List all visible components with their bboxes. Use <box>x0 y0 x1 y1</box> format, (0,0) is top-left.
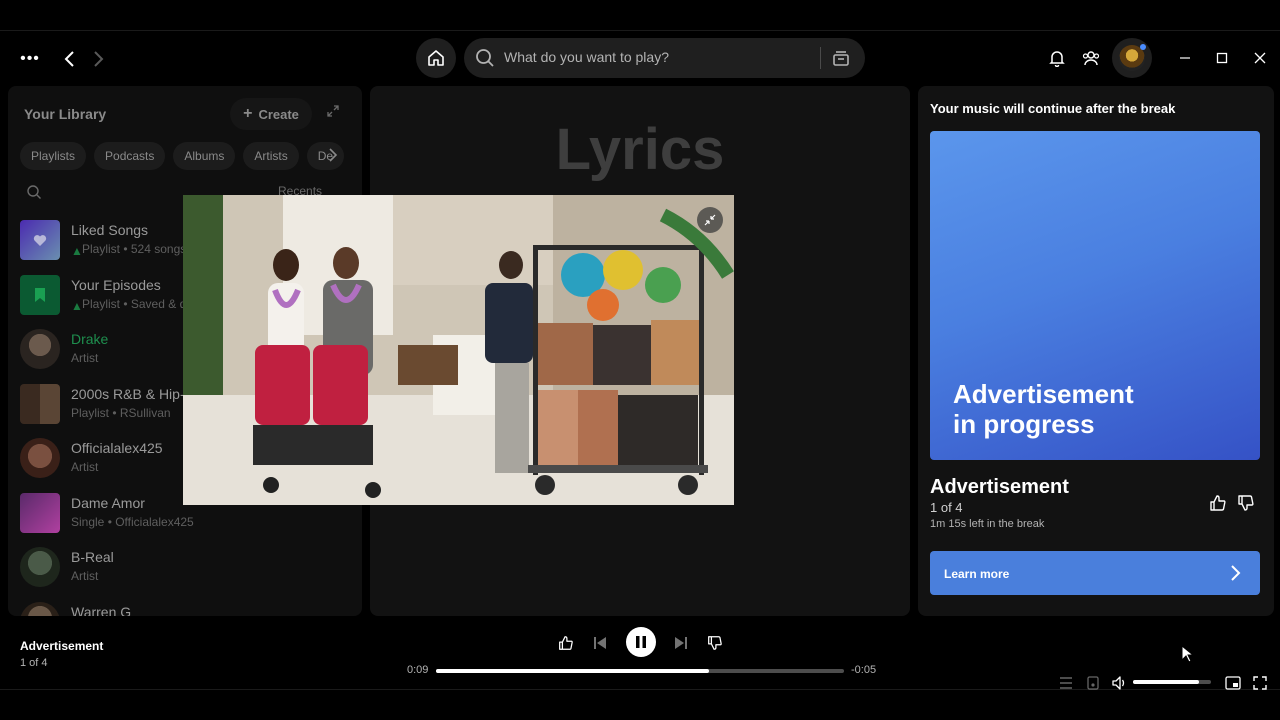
library-title[interactable]: Your Library <box>24 106 106 122</box>
queue-icon[interactable] <box>1056 673 1076 693</box>
previous-icon[interactable] <box>590 633 610 653</box>
item-name: Officialalex425 <box>71 440 163 456</box>
device-icon[interactable] <box>1083 673 1103 693</box>
video-ad-player[interactable] <box>183 195 734 505</box>
ad-artwork-text: Advertisement in progress <box>953 379 1134 439</box>
ad-title: Advertisement <box>930 476 1069 498</box>
miniplayer-icon[interactable] <box>1223 673 1243 693</box>
thumbs-down-icon[interactable] <box>705 633 725 653</box>
item-name: 2000s R&B & Hip- <box>71 385 185 402</box>
profile-avatar[interactable] <box>1112 38 1152 78</box>
collapse-icon[interactable] <box>697 207 723 233</box>
pin-icon: ▲ <box>71 298 83 313</box>
learn-more-button[interactable]: Learn more <box>930 551 1260 595</box>
item-sub: ▲ Playlist • 524 songs <box>71 242 187 258</box>
thumbs-up-icon[interactable] <box>1208 493 1228 513</box>
pin-icon: ▲ <box>71 244 83 258</box>
volume-slider[interactable] <box>1133 680 1211 684</box>
liked-songs-cover <box>20 220 60 260</box>
item-sub: Artist <box>71 460 99 474</box>
notification-dot <box>1140 44 1146 50</box>
now-playing-subtitle: 1 of 4 <box>20 657 48 669</box>
item-name: Liked Songs <box>71 222 149 238</box>
progress-bar[interactable] <box>436 669 844 673</box>
fullscreen-icon[interactable] <box>1250 673 1270 693</box>
item-name: Warren G <box>71 603 132 617</box>
volume-icon[interactable] <box>1110 673 1130 693</box>
create-label: Create <box>258 106 299 122</box>
back-arrow-icon[interactable] <box>58 45 82 73</box>
heart-icon <box>33 234 47 246</box>
remaining-time: -0:05 <box>851 664 877 676</box>
friend-activity-icon[interactable] <box>1080 47 1102 69</box>
ad-notice: Your music will continue after the break <box>930 101 1176 116</box>
home-button[interactable] <box>416 38 456 78</box>
ad-artwork: Advertisement in progress <box>930 131 1260 460</box>
item-name: Drake <box>71 331 109 347</box>
maximize-icon[interactable] <box>1211 47 1233 69</box>
search-input[interactable]: What do you want to play? <box>504 49 669 65</box>
player-bar: Advertisement 1 of 4 0:09 -0:05 <box>0 623 1280 691</box>
create-button[interactable]: + Create <box>230 98 312 130</box>
elapsed-time: 0:09 <box>407 664 429 676</box>
chip-podcasts[interactable]: Podcasts <box>94 142 166 170</box>
top-bar: ••• What do you want to play? <box>0 31 1280 87</box>
playlist-cover <box>20 383 60 424</box>
ad-count: 1 of 4 <box>930 500 963 515</box>
thumbs-up-icon[interactable] <box>556 633 576 653</box>
bell-icon[interactable] <box>1046 47 1068 69</box>
chip-albums[interactable]: Albums <box>173 142 236 170</box>
drake-avatar <box>20 329 60 369</box>
ad-time-left: 1m 15s left in the break <box>930 518 1045 530</box>
now-playing-title: Advertisement <box>20 639 104 653</box>
chevron-right-icon <box>1231 565 1241 581</box>
bookmark-icon <box>35 287 45 302</box>
item-sub: Artist <box>71 569 99 583</box>
home-icon <box>428 50 444 66</box>
forward-arrow-icon[interactable] <box>86 45 110 73</box>
item-name: Dame Amor <box>71 494 145 511</box>
library-search-icon[interactable] <box>26 184 42 200</box>
list-item[interactable]: Warren G <box>20 598 360 617</box>
episodes-cover <box>20 274 60 315</box>
search-divider <box>820 47 821 69</box>
single-cover <box>20 492 60 533</box>
more-options-icon[interactable]: ••• <box>18 47 42 71</box>
mouse-cursor-icon <box>1181 645 1195 663</box>
plus-icon: + <box>243 105 253 122</box>
item-sub: Single • Officialalex425 <box>71 514 194 529</box>
item-sub: ▲ Playlist • Saved & d <box>71 296 187 313</box>
item-sub: Playlist • RSullivan <box>71 405 171 420</box>
learn-more-label: Learn more <box>944 567 1010 581</box>
filter-chips: Playlists Podcasts Albums Artists De <box>20 142 350 172</box>
thumbs-down-icon[interactable] <box>1236 493 1256 513</box>
expand-icon[interactable] <box>326 104 344 122</box>
close-icon[interactable] <box>1249 47 1271 69</box>
minimize-icon[interactable] <box>1174 47 1196 69</box>
app-window: ••• What do you want to play? Your Libra… <box>0 30 1280 690</box>
chip-playlists[interactable]: Playlists <box>20 142 87 170</box>
ad-panel: Your music will continue after the break… <box>918 86 1274 616</box>
next-icon[interactable] <box>671 633 691 653</box>
item-sub: Artist <box>71 351 99 365</box>
chevron-right-icon[interactable] <box>326 146 346 166</box>
lyrics-heading: Lyrics <box>555 117 725 182</box>
list-item[interactable]: B-Real Artist <box>20 543 360 598</box>
search-icon <box>476 49 494 67</box>
item-name: Your Episodes <box>71 276 161 293</box>
volume-fill <box>1133 680 1200 684</box>
item-name: B-Real <box>71 549 114 565</box>
artist-avatar <box>20 547 60 587</box>
chip-artists[interactable]: Artists <box>243 142 299 170</box>
pause-icon <box>636 636 646 648</box>
browse-icon[interactable] <box>830 47 852 69</box>
pause-button[interactable] <box>626 627 656 657</box>
artist-avatar <box>20 601 60 616</box>
ad-video-frame <box>183 195 734 505</box>
search-bar[interactable]: What do you want to play? <box>464 38 865 78</box>
artist-avatar <box>20 438 60 478</box>
progress-fill <box>436 669 710 673</box>
